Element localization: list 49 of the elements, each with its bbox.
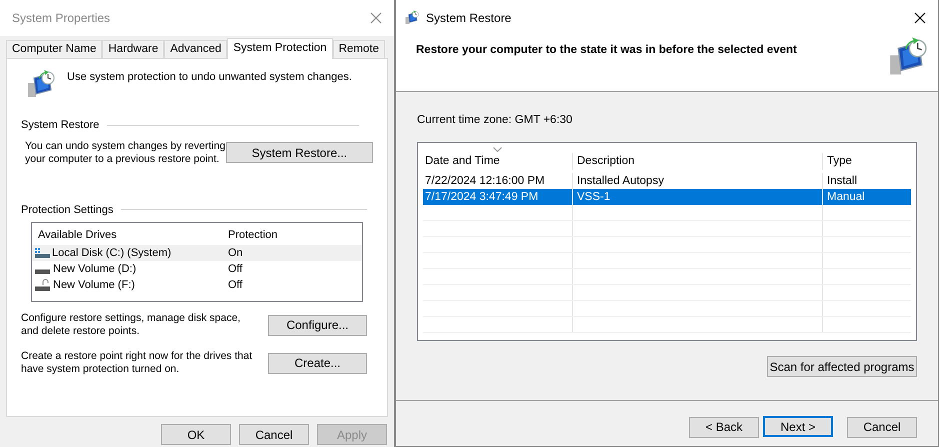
column-header[interactable]: Type	[822, 153, 852, 170]
dialog-button[interactable]: OK	[161, 424, 231, 445]
protection-status: Off	[227, 262, 242, 277]
time-zone-text: Current time zone: GMT +6:30	[417, 113, 574, 128]
tab[interactable]: Remote	[332, 40, 385, 58]
dialog-button[interactable]: Next >	[763, 416, 833, 438]
tab[interactable]: Advanced	[164, 40, 228, 58]
drive-row[interactable]: New Volume (D:) Off	[32, 261, 362, 277]
restore-point-row[interactable]: 7/17/2024 3:47:49 PM VSS-1 Manual	[423, 189, 911, 206]
section-heading: System Restore	[21, 118, 100, 133]
dialog-button[interactable]: Create...	[268, 352, 367, 374]
column-header[interactable]: Description	[572, 153, 822, 170]
dialog-button[interactable]: < Back	[689, 416, 759, 438]
description-text: Create a restore point right now for the drives that have system protection turned on.	[21, 350, 253, 376]
column-header: Protection	[227, 228, 278, 243]
close-icon[interactable]	[914, 12, 926, 24]
table-cell: VSS-1	[572, 189, 822, 206]
sort-caret-icon	[493, 147, 502, 152]
dialog-button[interactable]: System Restore...	[226, 142, 373, 163]
description-text: You can undo system changes by reverting your computer to a previous restore point.	[25, 140, 226, 166]
table-cell-text: 7/17/2024 3:47:49 PM	[424, 190, 540, 205]
drive-name: Local Disk (C:) (System)	[52, 246, 172, 261]
system-restore-icon	[404, 10, 420, 26]
tab[interactable]: Hardware	[102, 40, 164, 58]
drive-icon	[35, 248, 50, 258]
drive-row[interactable]: New Volume (F:) Off	[32, 277, 362, 293]
window-title: System Restore	[426, 10, 512, 27]
column-header[interactable]: Date and Time	[423, 153, 572, 170]
intro-text: Use system protection to undo unwanted system changes.	[67, 70, 352, 85]
dialog-button[interactable]: Cancel	[239, 424, 309, 445]
protection-status: Off	[227, 278, 242, 293]
window-title: System Properties	[12, 10, 110, 27]
drive-row[interactable]: Local Disk (C:) (System) On	[32, 245, 362, 261]
tab[interactable]: Computer Name	[6, 40, 102, 58]
protection-status: On	[227, 246, 243, 261]
table-cell-text: 7/22/2024 12:16:00 PM	[424, 174, 546, 189]
column-header: Available Drives	[37, 228, 118, 243]
dialog-button[interactable]: Scan for affected programs	[767, 356, 917, 378]
dialog-button[interactable]: Configure...	[268, 314, 367, 336]
dialog-button[interactable]: Cancel	[847, 416, 917, 438]
drive-icon	[35, 269, 50, 274]
drive-name: New Volume (F:)	[53, 278, 135, 293]
section-heading: Protection Settings	[21, 202, 114, 218]
table-cell: Manual	[822, 189, 865, 206]
page-heading: Restore your computer to the state it was in before the selected event	[416, 43, 797, 58]
drive-lock-icon	[35, 279, 50, 291]
drive-name: New Volume (D:)	[53, 262, 136, 277]
description-text: Configure restore settings, manage disk space, and delete restore points.	[21, 312, 242, 338]
tab[interactable]: System Protection	[227, 38, 333, 59]
